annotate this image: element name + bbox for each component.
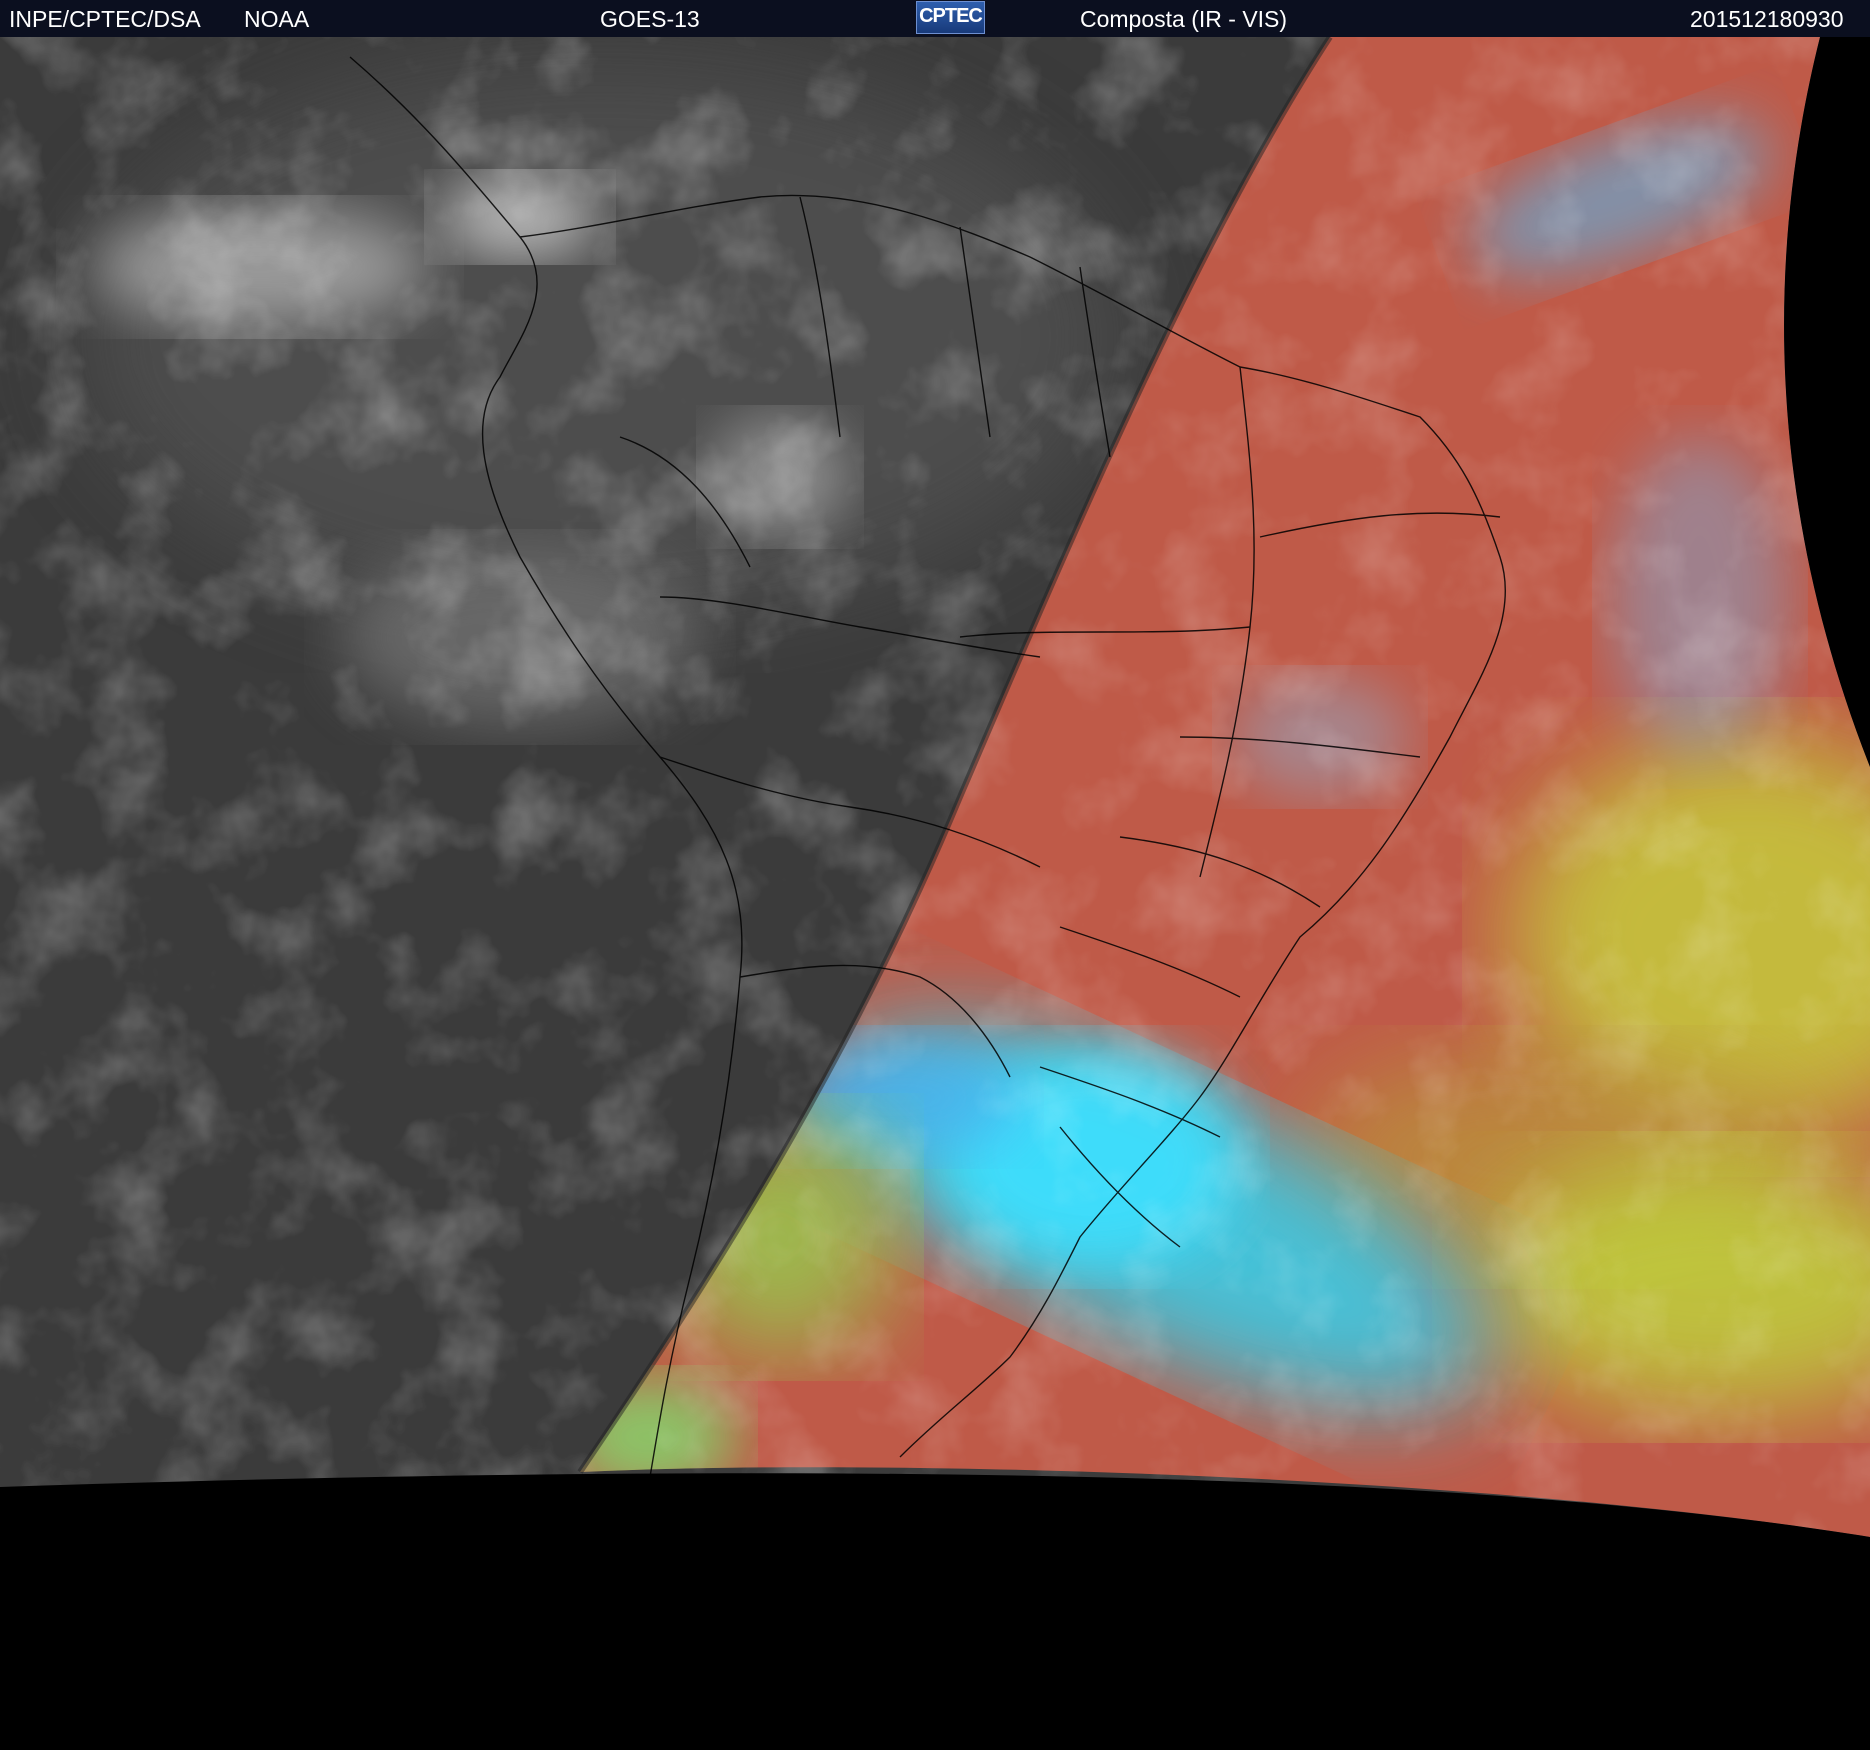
cptec-logo: CPTEC xyxy=(916,1,985,34)
header-bar: INPE/CPTEC/DSA NOAA GOES-13 CPTEC Compos… xyxy=(0,0,1870,37)
source-label: INPE/CPTEC/DSA xyxy=(9,6,201,32)
satellite-image xyxy=(0,37,1870,1750)
agency-label: NOAA xyxy=(244,6,310,32)
product-label: Composta (IR - VIS) xyxy=(1080,6,1288,32)
satellite-label: GOES-13 xyxy=(600,6,700,32)
timestamp-label: 201512180930 xyxy=(1690,6,1844,32)
